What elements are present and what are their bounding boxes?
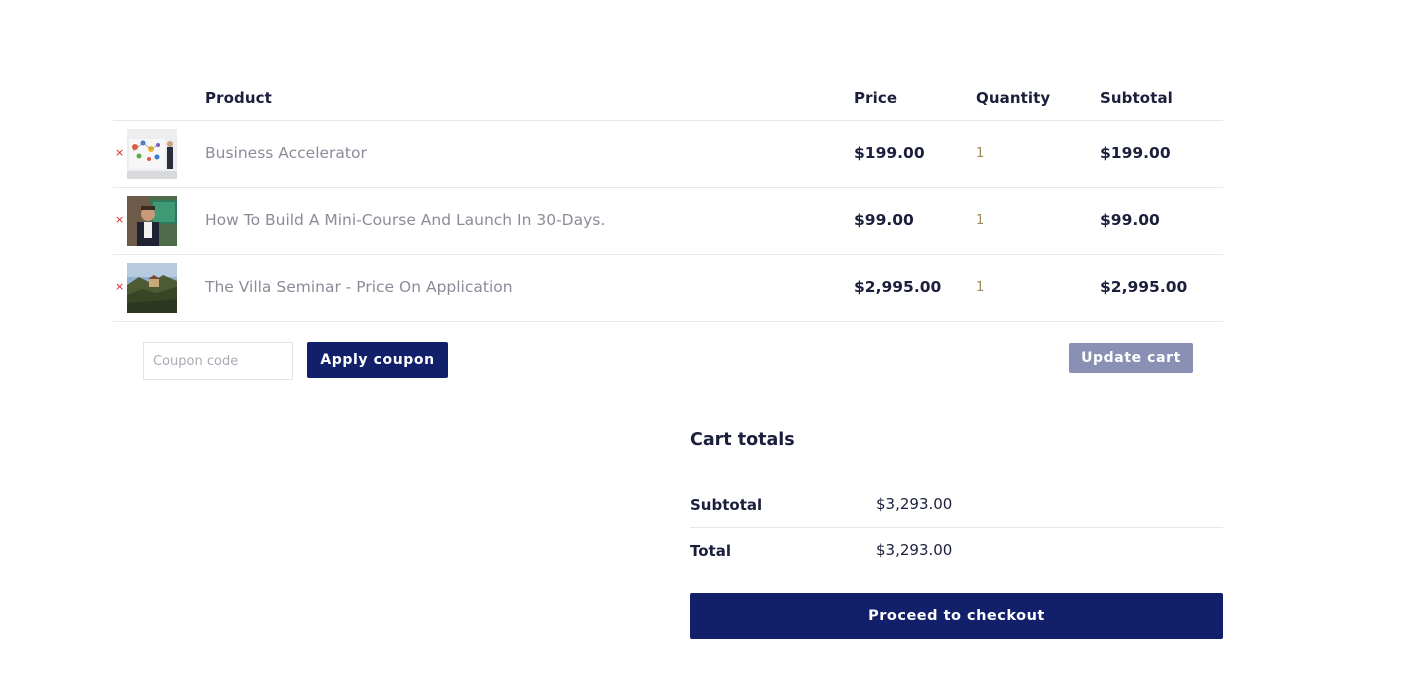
totals-subtotal-label: Subtotal: [690, 496, 763, 514]
proceed-to-checkout-button[interactable]: Proceed to checkout: [690, 593, 1223, 639]
product-quantity[interactable]: 1: [976, 280, 984, 295]
product-subtotal: $2,995.00: [1100, 278, 1188, 296]
cart-table: Product Price Quantity Subtotal × Busine…: [113, 76, 1223, 322]
product-subtotal: $199.00: [1100, 144, 1171, 162]
totals-total-row: Total $3,293.00: [690, 528, 1223, 574]
header-price: Price: [854, 89, 898, 107]
update-cart-button[interactable]: Update cart: [1069, 343, 1193, 373]
product-thumbnail[interactable]: [127, 263, 177, 313]
product-price: $2,995.00: [854, 278, 942, 296]
product-name-link[interactable]: How To Build A Mini-Course And Launch In…: [205, 211, 605, 229]
remove-item-icon[interactable]: ×: [115, 147, 124, 159]
product-thumbnail[interactable]: [127, 196, 177, 246]
product-price: $99.00: [854, 211, 914, 229]
product-price: $199.00: [854, 144, 925, 162]
product-quantity[interactable]: 1: [976, 146, 984, 161]
cart-item-row: × The Villa Seminar - Price On Applicati…: [113, 255, 1223, 322]
totals-total-label: Total: [690, 542, 731, 560]
product-subtotal: $99.00: [1100, 211, 1160, 229]
cart-item-row: × Business Accelerator $199.00 1 $199.00: [113, 121, 1223, 188]
product-quantity[interactable]: 1: [976, 213, 984, 228]
product-name-link[interactable]: Business Accelerator: [205, 144, 367, 162]
cart-totals-title: Cart totals: [690, 430, 795, 450]
totals-total-value: $3,293.00: [876, 541, 953, 559]
cart-totals: Cart totals Subtotal $3,293.00 Total $3,…: [690, 430, 1223, 574]
header-subtotal: Subtotal: [1100, 89, 1173, 107]
remove-item-icon[interactable]: ×: [115, 281, 124, 293]
product-thumbnail[interactable]: [127, 129, 177, 179]
header-quantity: Quantity: [976, 89, 1051, 107]
totals-subtotal-value: $3,293.00: [876, 495, 953, 513]
cart-item-row: × How To Build A Mini-Course And Launch …: [113, 188, 1223, 255]
coupon-code-input[interactable]: [143, 342, 293, 380]
cart-table-header: Product Price Quantity Subtotal: [113, 76, 1223, 121]
apply-coupon-button[interactable]: Apply coupon: [307, 342, 448, 378]
product-name-link[interactable]: The Villa Seminar - Price On Application: [205, 278, 513, 296]
header-product: Product: [205, 89, 272, 107]
remove-item-icon[interactable]: ×: [115, 214, 124, 226]
totals-subtotal-row: Subtotal $3,293.00: [690, 482, 1223, 528]
